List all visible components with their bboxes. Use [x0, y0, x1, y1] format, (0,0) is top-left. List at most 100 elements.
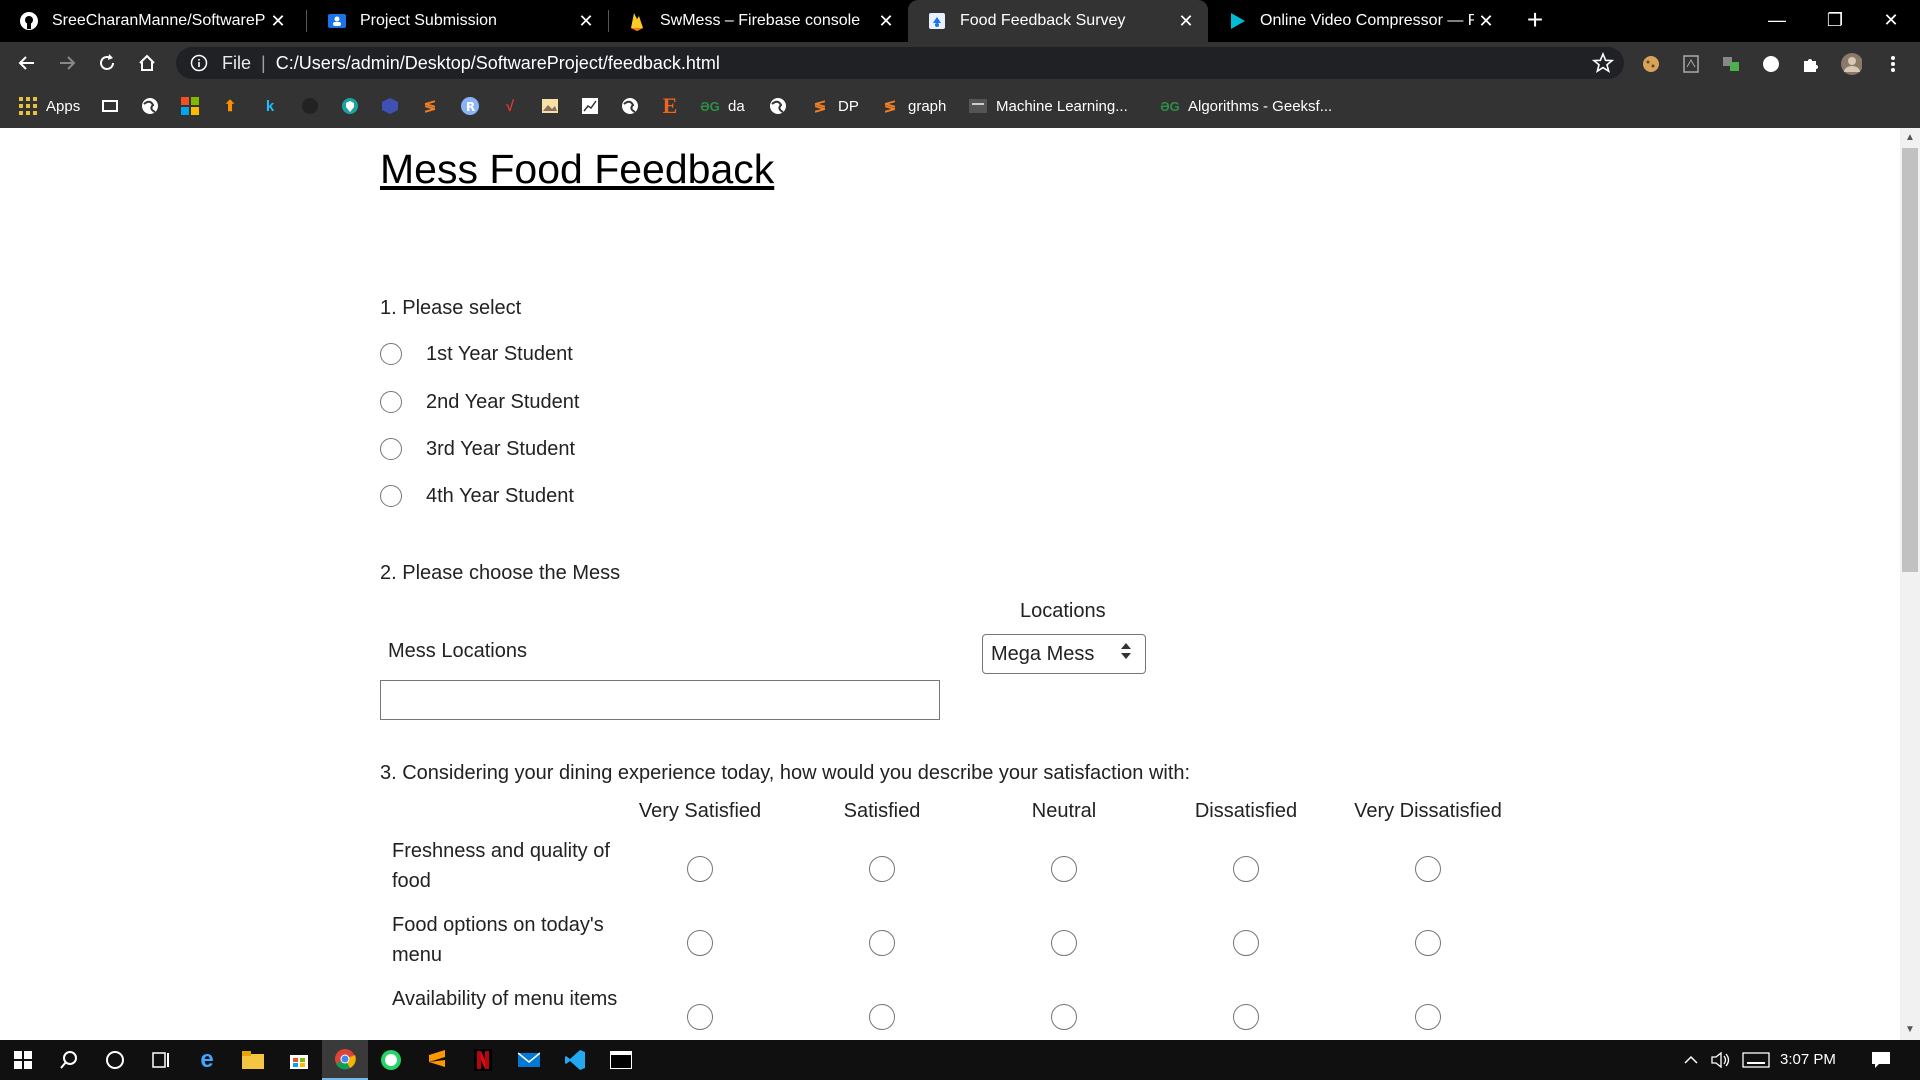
- rating-radio[interactable]: [1415, 930, 1441, 956]
- tab-project-submission[interactable]: Project Submission ✕: [308, 0, 608, 42]
- bookmark-item[interactable]: [768, 94, 796, 118]
- bookmark-item[interactable]: ⬆: [220, 94, 248, 118]
- star-icon[interactable]: [1591, 51, 1615, 79]
- rating-radio[interactable]: [687, 1004, 713, 1030]
- info-icon[interactable]: [188, 52, 210, 74]
- close-icon[interactable]: ✕: [1174, 11, 1198, 32]
- whatsapp-icon[interactable]: [368, 1040, 414, 1080]
- extension-translate-icon[interactable]: [1720, 53, 1742, 75]
- tab-food-feedback[interactable]: Food Feedback Survey ✕: [908, 0, 1208, 42]
- scroll-down-icon[interactable]: ▼: [1904, 1024, 1916, 1036]
- bookmark-graph[interactable]: ≶ graph: [880, 94, 947, 118]
- bookmark-machine-learning[interactable]: Machine Learning...: [968, 94, 1128, 118]
- minimize-icon[interactable]: —: [1748, 0, 1806, 40]
- radio-button[interactable]: [380, 391, 402, 413]
- rating-radio[interactable]: [1233, 930, 1259, 956]
- tab-firebase[interactable]: SwMess – Firebase console ✕: [608, 0, 908, 42]
- vscode-icon[interactable]: [552, 1040, 598, 1080]
- bookmark-item[interactable]: [540, 94, 568, 118]
- cortana-icon[interactable]: [92, 1040, 138, 1080]
- puzzle-icon[interactable]: [1800, 53, 1822, 75]
- rating-radio[interactable]: [869, 1004, 895, 1030]
- bookmark-item[interactable]: k: [260, 94, 288, 118]
- mess-locations-input[interactable]: [380, 680, 940, 720]
- sublime-icon[interactable]: [414, 1040, 460, 1080]
- close-icon[interactable]: ✕: [574, 11, 598, 32]
- url-text[interactable]: C:/Users/admin/Desktop/SoftwareProject/f…: [276, 53, 720, 74]
- clock-time[interactable]: 3:07 PM: [1780, 1051, 1836, 1068]
- edge-icon[interactable]: e: [184, 1040, 230, 1080]
- rating-radio[interactable]: [1233, 1004, 1259, 1030]
- new-tab-button[interactable]: +: [1520, 6, 1550, 36]
- rating-radio[interactable]: [687, 930, 713, 956]
- chart-icon: [580, 96, 600, 116]
- rating-radio[interactable]: [1233, 856, 1259, 882]
- file-explorer-icon[interactable]: [230, 1040, 276, 1080]
- rating-radio[interactable]: [1051, 930, 1077, 956]
- search-icon[interactable]: [46, 1040, 92, 1080]
- volume-icon[interactable]: [1708, 1050, 1734, 1070]
- cookie-icon[interactable]: [1640, 53, 1662, 75]
- profile-avatar[interactable]: [1840, 53, 1862, 75]
- notifications-icon[interactable]: [1868, 1050, 1894, 1070]
- tab-github[interactable]: SreeCharanManne/SoftwareProje ✕: [0, 0, 300, 42]
- home-icon[interactable]: [132, 48, 162, 78]
- radio-button[interactable]: [380, 343, 402, 365]
- bookmark-da[interactable]: ƏG da: [700, 94, 744, 118]
- restore-icon[interactable]: ❐: [1806, 0, 1864, 40]
- close-icon[interactable]: ✕: [266, 11, 290, 32]
- tab-video-compressor[interactable]: Online Video Compressor — Red ✕: [1208, 0, 1508, 42]
- rating-radio[interactable]: [869, 930, 895, 956]
- rating-radio[interactable]: [1051, 856, 1077, 882]
- bookmark-item[interactable]: [300, 94, 328, 118]
- firebase-icon: [626, 10, 648, 32]
- option-4th-year[interactable]: 4th Year Student: [380, 482, 574, 510]
- close-window-icon[interactable]: ✕: [1862, 0, 1920, 40]
- bookmark-item[interactable]: [140, 94, 168, 118]
- bookmark-item[interactable]: [620, 94, 648, 118]
- windows-start-icon[interactable]: [0, 1040, 46, 1080]
- pdf-icon[interactable]: [1680, 53, 1702, 75]
- chevron-up-icon[interactable]: [1680, 1050, 1702, 1070]
- bookmark-algorithms[interactable]: ƏG Algorithms - Geeksf...: [1160, 94, 1332, 118]
- task-view-icon[interactable]: [138, 1040, 184, 1080]
- radio-button[interactable]: [380, 438, 402, 460]
- circle-extension-icon[interactable]: [1760, 53, 1782, 75]
- option-1st-year[interactable]: 1st Year Student: [380, 340, 573, 368]
- bookmark-item[interactable]: √: [500, 94, 528, 118]
- forward-icon[interactable]: [52, 48, 82, 78]
- option-2nd-year[interactable]: 2nd Year Student: [380, 388, 579, 416]
- rating-radio[interactable]: [1051, 1004, 1077, 1030]
- rating-radio[interactable]: [869, 856, 895, 882]
- reload-icon[interactable]: [92, 48, 122, 78]
- scrollbar-thumb[interactable]: [1902, 148, 1918, 572]
- bookmark-item[interactable]: E: [660, 93, 688, 118]
- radio-button[interactable]: [380, 485, 402, 507]
- more-menu-icon[interactable]: [1882, 53, 1904, 75]
- keyboard-icon[interactable]: [1740, 1050, 1772, 1070]
- back-icon[interactable]: [12, 48, 42, 78]
- bookmark-item[interactable]: [580, 94, 608, 118]
- scroll-up-icon[interactable]: ▲: [1904, 132, 1916, 144]
- bookmark-item[interactable]: [180, 94, 208, 118]
- bookmark-item[interactable]: [100, 94, 128, 118]
- address-bar[interactable]: File | C:/Users/admin/Desktop/SoftwarePr…: [176, 47, 1624, 79]
- netflix-icon[interactable]: [460, 1040, 506, 1080]
- bookmark-item[interactable]: [380, 94, 408, 118]
- bookmark-dp[interactable]: ≶ DP: [810, 94, 859, 118]
- mail-icon[interactable]: [506, 1040, 552, 1080]
- mess-location-select[interactable]: Mega Mess: [982, 634, 1146, 674]
- terminal-icon[interactable]: [598, 1040, 644, 1080]
- bookmark-item[interactable]: ≶: [420, 94, 448, 118]
- close-icon[interactable]: ✕: [1474, 11, 1498, 32]
- rating-radio[interactable]: [687, 856, 713, 882]
- chrome-icon[interactable]: [322, 1040, 368, 1080]
- bookmark-apps[interactable]: Apps: [18, 94, 80, 118]
- bookmark-item[interactable]: R: [460, 94, 488, 118]
- rating-radio[interactable]: [1415, 1004, 1441, 1030]
- store-icon[interactable]: [276, 1040, 322, 1080]
- option-3rd-year[interactable]: 3rd Year Student: [380, 435, 575, 463]
- bookmark-item[interactable]: [340, 94, 368, 118]
- close-icon[interactable]: ✕: [874, 11, 898, 32]
- rating-radio[interactable]: [1415, 856, 1441, 882]
